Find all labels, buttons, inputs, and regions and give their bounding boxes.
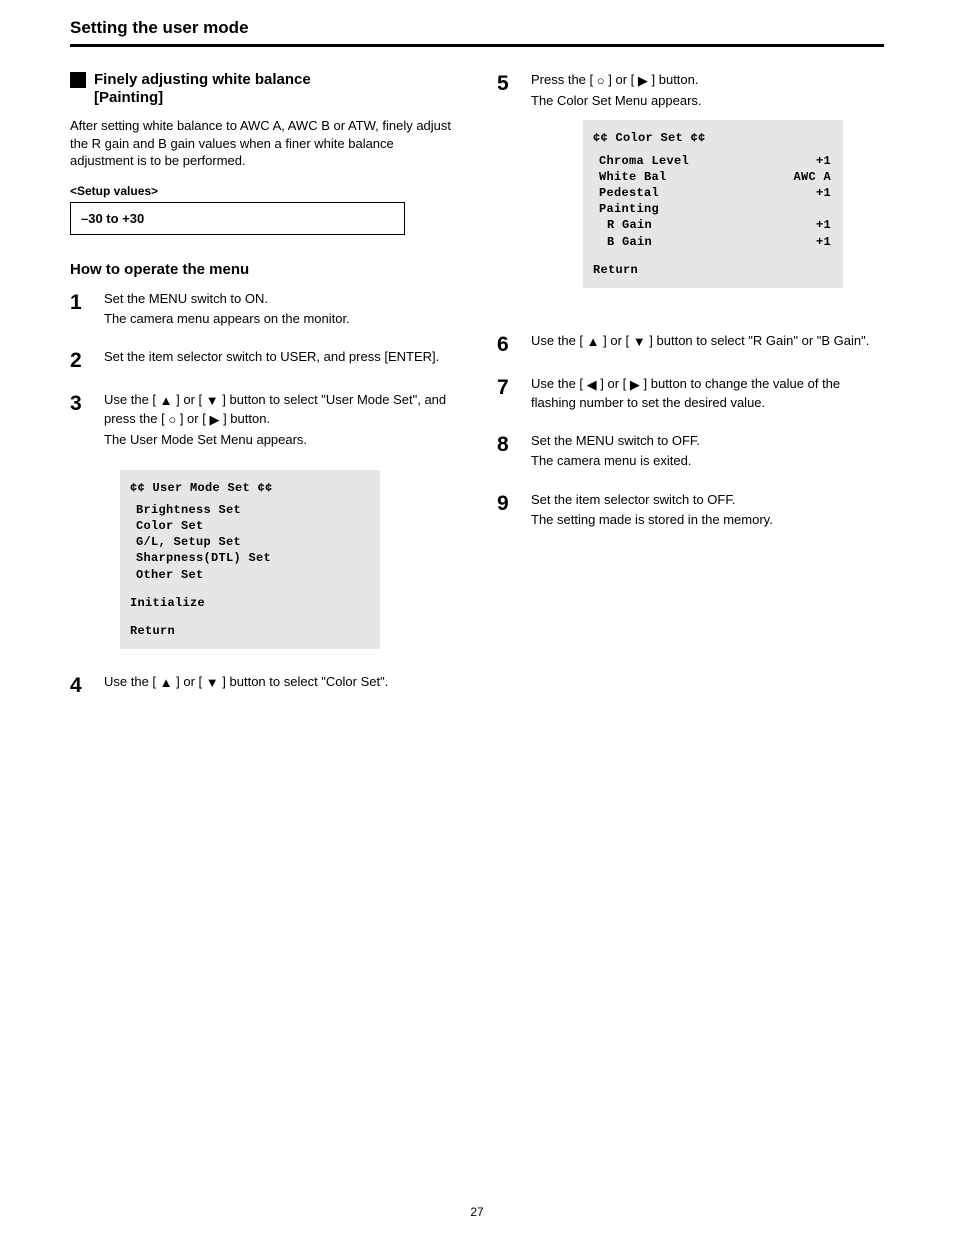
triangle-up-icon: ▲ bbox=[160, 392, 173, 410]
triangle-up-icon: ▲ bbox=[587, 333, 600, 351]
section-title: Finely adjusting white balance[Painting] bbox=[94, 71, 311, 107]
osd-item: Brightness Set bbox=[130, 502, 368, 518]
step-6-body: Use the [ ▲ ] or [ ▼ ] button to select … bbox=[531, 332, 884, 351]
step-5-body: Press the [ ○ ] or [ ▶ ] button. The Col… bbox=[531, 71, 884, 312]
step-7-frag1: Use the [ bbox=[531, 376, 583, 391]
osd-user-title: ¢¢ User Mode Set ¢¢ bbox=[130, 480, 368, 496]
step-2: Set the item selector switch to USER, an… bbox=[70, 348, 457, 371]
osd-wb-label: White Bal bbox=[593, 169, 777, 185]
left-column: Finely adjusting white balance[Painting]… bbox=[70, 71, 457, 716]
osd-initialize: Initialize bbox=[130, 595, 368, 611]
triangle-right-icon: ▶ bbox=[209, 411, 219, 429]
osd-item: Sharpness(DTL) Set bbox=[130, 550, 368, 566]
step-4-body: Use the [ ▲ ] or [ ▼ ] button to select … bbox=[104, 673, 457, 692]
step-5: Press the [ ○ ] or [ ▶ ] button. The Col… bbox=[497, 71, 884, 312]
step-3-frag5: ] button. bbox=[223, 411, 270, 426]
triangle-down-icon: ▼ bbox=[206, 674, 219, 692]
title-rule bbox=[70, 44, 884, 47]
step-8: Set the MENU switch to OFF. The camera m… bbox=[497, 432, 884, 470]
triangle-up-icon: ▲ bbox=[160, 674, 173, 692]
step-6-frag2: ] or [ bbox=[603, 333, 629, 348]
osd-item: G/L, Setup Set bbox=[130, 534, 368, 550]
osd-pedestal-label: Pedestal bbox=[593, 185, 777, 201]
step-7-frag2: ] or [ bbox=[600, 376, 626, 391]
osd-bgain-label: B Gain bbox=[593, 234, 777, 250]
steps-list-left: Set the MENU switch to ON. The camera me… bbox=[70, 290, 457, 450]
step-4-frag1: Use the [ bbox=[104, 674, 156, 689]
osd-bgain-value: +1 bbox=[777, 234, 831, 250]
step-3-frag4: ] or [ bbox=[180, 411, 206, 426]
step-3: Use the [ ▲ ] or [ ▼ ] button to select … bbox=[70, 391, 457, 450]
step-1: Set the MENU switch to ON. The camera me… bbox=[70, 290, 457, 328]
osd-painting-label: Painting bbox=[593, 201, 777, 217]
osd-wb-value: AWC A bbox=[777, 169, 831, 185]
page-title: Setting the user mode bbox=[70, 18, 884, 38]
step-5-frag1: Press the [ bbox=[531, 72, 593, 87]
step-9-body: Set the item selector switch to OFF. The… bbox=[531, 491, 884, 529]
triangle-down-icon: ▼ bbox=[206, 392, 219, 410]
triangle-left-icon: ◀ bbox=[587, 376, 597, 394]
setup-values-label: <Setup values> bbox=[70, 184, 457, 198]
circle-icon: ○ bbox=[168, 411, 176, 429]
content-columns: Finely adjusting white balance[Painting]… bbox=[70, 71, 884, 716]
setup-range-box: –30 to +30 bbox=[70, 202, 405, 235]
osd-rgain-label: R Gain bbox=[593, 217, 777, 233]
step-4-frag3: ] button to select "Color Set". bbox=[222, 674, 388, 689]
step-3-frag2: ] or [ bbox=[176, 392, 202, 407]
step-4-frag2: ] or [ bbox=[176, 674, 202, 689]
osd-return: Return bbox=[593, 262, 831, 278]
step-7: Use the [ ◀ ] or [ ▶ ] button to change … bbox=[497, 375, 884, 412]
step-5-frag3: ] button. bbox=[652, 72, 699, 87]
step-2-body: Set the item selector switch to USER, an… bbox=[104, 348, 457, 366]
section-intro: After setting white balance to AWC A, AW… bbox=[70, 117, 457, 170]
osd-pedestal-value: +1 bbox=[777, 185, 831, 201]
step-6: Use the [ ▲ ] or [ ▼ ] button to select … bbox=[497, 332, 884, 355]
osd-item: Color Set bbox=[130, 518, 368, 534]
osd-item: Other Set bbox=[130, 567, 368, 583]
step-9: Set the item selector switch to OFF. The… bbox=[497, 491, 884, 529]
osd-color-set: ¢¢ Color Set ¢¢ Chroma Level +1 White Ba… bbox=[583, 120, 843, 288]
step-6-frag1: Use the [ bbox=[531, 333, 583, 348]
step-7-body: Use the [ ◀ ] or [ ▶ ] button to change … bbox=[531, 375, 884, 412]
step-4: Use the [ ▲ ] or [ ▼ ] button to select … bbox=[70, 673, 457, 696]
osd-chroma-value: +1 bbox=[777, 153, 831, 169]
step-3-frag1: Use the [ bbox=[104, 392, 156, 407]
section-header: Finely adjusting white balance[Painting] bbox=[70, 71, 457, 107]
step-3-body: Use the [ ▲ ] or [ ▼ ] button to select … bbox=[104, 391, 457, 450]
square-bullet-icon bbox=[70, 72, 86, 88]
steps-list-right: Press the [ ○ ] or [ ▶ ] button. The Col… bbox=[497, 71, 884, 529]
step-3-note: The User Mode Set Menu appears. bbox=[104, 431, 457, 449]
step-8-body: Set the MENU switch to OFF. The camera m… bbox=[531, 432, 884, 470]
page-number: 27 bbox=[0, 1205, 954, 1219]
step-3-frag3: ] button to select "User Mode Set", and … bbox=[104, 392, 446, 426]
how-to-title: How to operate the menu bbox=[70, 261, 457, 278]
steps-list-left-2: Use the [ ▲ ] or [ ▼ ] button to select … bbox=[70, 673, 457, 696]
triangle-right-icon: ▶ bbox=[638, 72, 648, 90]
triangle-right-icon: ▶ bbox=[630, 376, 640, 394]
osd-return: Return bbox=[130, 623, 368, 639]
right-column: Press the [ ○ ] or [ ▶ ] button. The Col… bbox=[497, 71, 884, 716]
osd-user-mode-set: ¢¢ User Mode Set ¢¢ Brightness Set Color… bbox=[120, 470, 380, 650]
step-1-body: Set the MENU switch to ON. The camera me… bbox=[104, 290, 457, 328]
osd-chroma-label: Chroma Level bbox=[593, 153, 777, 169]
step-6-frag3: ] button to select "R Gain" or "B Gain". bbox=[649, 333, 869, 348]
osd-rgain-value: +1 bbox=[777, 217, 831, 233]
osd-color-title: ¢¢ Color Set ¢¢ bbox=[593, 130, 831, 146]
step-5-frag2: ] or [ bbox=[608, 72, 634, 87]
step-5-note: The Color Set Menu appears. bbox=[531, 92, 884, 110]
triangle-down-icon: ▼ bbox=[633, 333, 646, 351]
circle-icon: ○ bbox=[597, 72, 605, 90]
